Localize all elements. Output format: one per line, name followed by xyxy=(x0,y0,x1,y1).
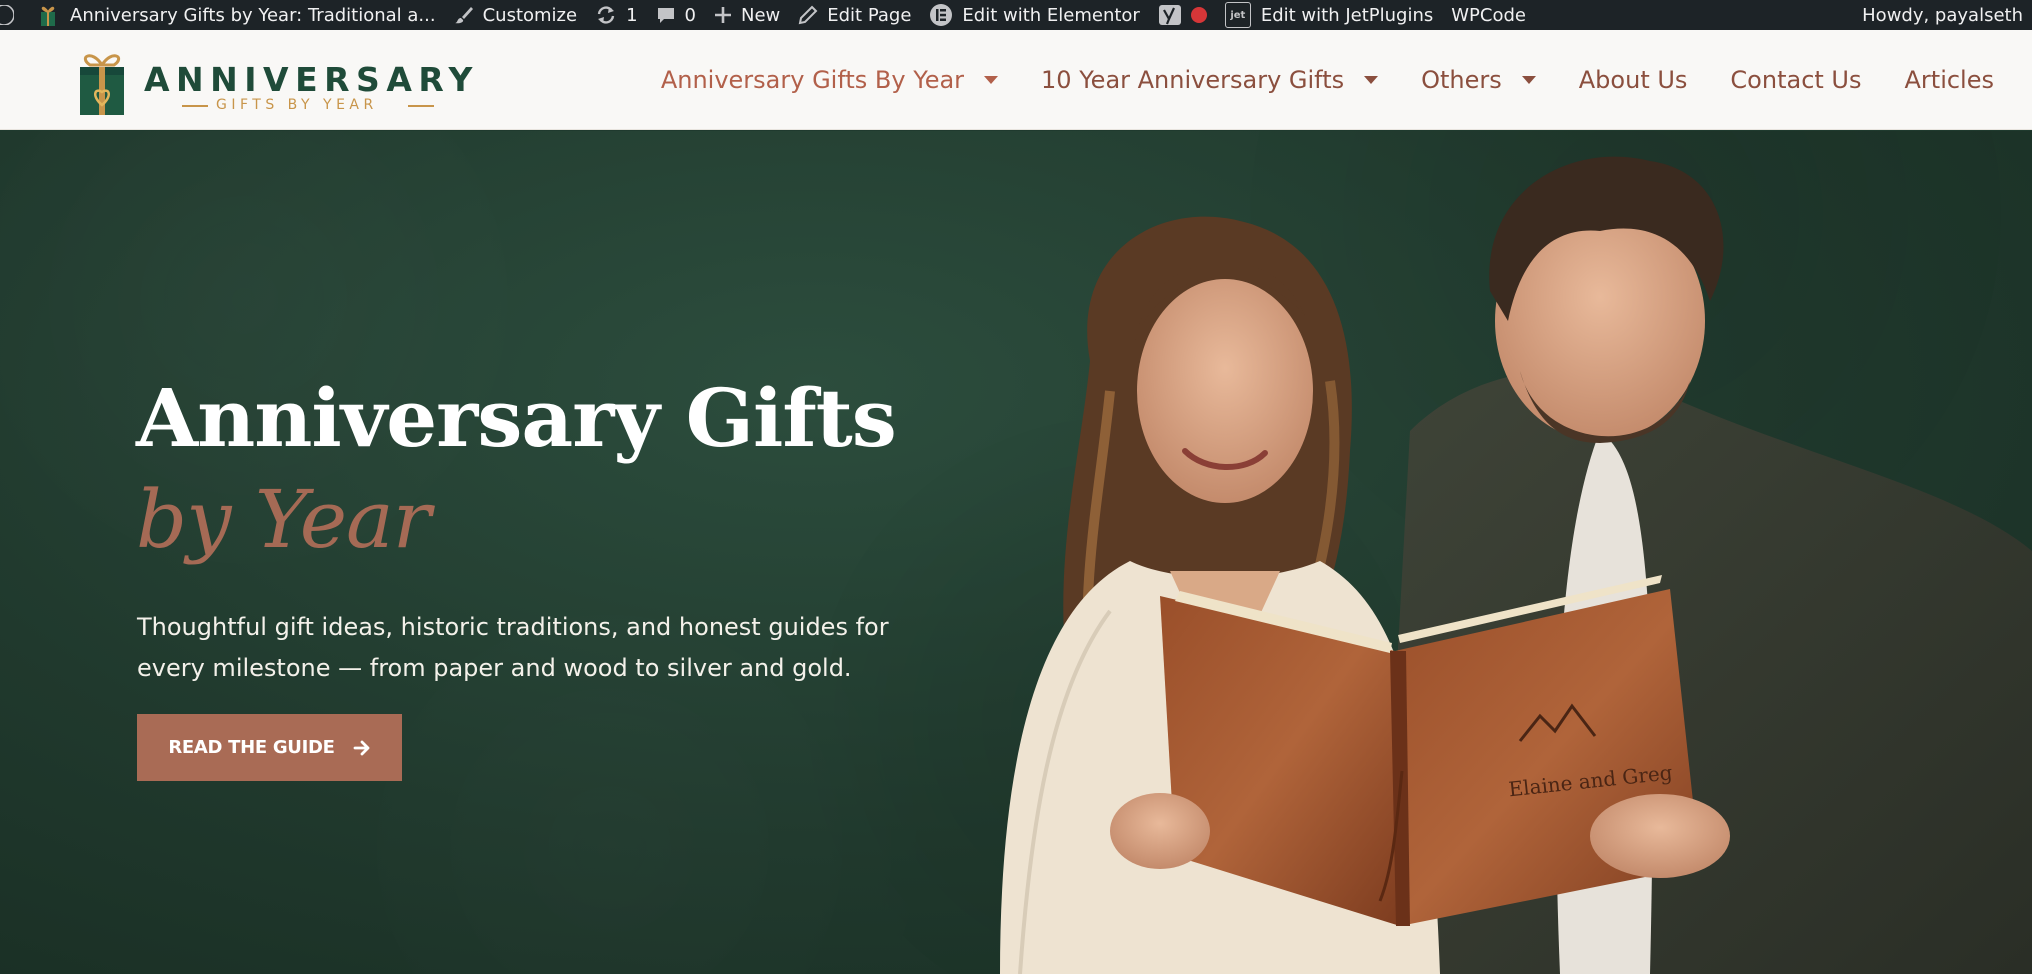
gift-heart-icon xyxy=(80,54,124,115)
pencil-icon xyxy=(798,5,818,25)
hero-section: Elaine and Greg Anniversary Gifts by Yea… xyxy=(0,131,2032,974)
hero-title-accent: by Year xyxy=(136,473,431,566)
hero-title: Anniversary Gifts xyxy=(136,371,897,465)
plus-icon xyxy=(714,7,731,23)
customize-label: Customize xyxy=(482,4,578,26)
comments-link[interactable]: 0 xyxy=(647,0,705,30)
nav-item-articles[interactable]: Articles xyxy=(1905,66,1995,94)
hero-couple-photo: Elaine and Greg xyxy=(1000,156,2032,974)
edit-with-jetplugins-link[interactable]: jet Edit with JetPlugins xyxy=(1216,0,1442,30)
site-name-label: Anniversary Gifts by Year: Traditional a… xyxy=(70,4,436,26)
wpcode-menu[interactable]: WPCode xyxy=(1442,0,1535,30)
paintbrush-icon xyxy=(454,7,473,24)
elementor-icon xyxy=(930,4,953,26)
site-name-menu[interactable]: Anniversary Gifts by Year: Traditional a… xyxy=(26,0,445,30)
main-nav: Anniversary Gifts By Year 10 Year Annive… xyxy=(618,30,1994,130)
updates-icon xyxy=(597,6,615,24)
new-content-menu[interactable]: New xyxy=(705,0,789,30)
wpcode-label: WPCode xyxy=(1451,4,1526,26)
seo-status-dot xyxy=(1190,7,1207,23)
caret-down-icon xyxy=(1364,76,1379,84)
logo-title: ANNIVERSARY xyxy=(144,60,479,99)
comment-icon xyxy=(657,8,674,23)
yoast-icon xyxy=(1158,5,1181,25)
cta-label: READ THE GUIDE xyxy=(168,737,335,758)
updates-link[interactable]: 1 xyxy=(586,0,646,30)
new-label: New xyxy=(740,4,781,26)
nav-label: About Us xyxy=(1578,66,1688,94)
howdy-label: Howdy, payalseth xyxy=(1862,4,2023,26)
nav-label: Others xyxy=(1421,66,1502,94)
hero-description: Thoughtful gift ideas, historic traditio… xyxy=(137,613,889,682)
nav-label: Articles xyxy=(1904,66,1995,94)
site-icon xyxy=(41,6,55,26)
edit-elementor-label: Edit with Elementor xyxy=(962,4,1140,26)
logo-rule-right xyxy=(408,105,434,107)
nav-label: Anniversary Gifts By Year xyxy=(660,66,965,94)
wordpress-logo-icon[interactable] xyxy=(0,0,26,30)
nav-item-anniversary-gifts-by-year[interactable]: Anniversary Gifts By Year xyxy=(660,66,999,94)
logo-rule-left xyxy=(182,105,208,107)
nav-item-10-year-anniversary-gifts[interactable]: 10 Year Anniversary Gifts xyxy=(1041,66,1379,94)
logo-subtitle: GIFTS BY YEAR xyxy=(216,97,378,113)
edit-page-label: Edit Page xyxy=(827,4,912,26)
site-logo[interactable]: ANNIVERSARY GIFTS BY YEAR xyxy=(74,47,474,117)
customize-link[interactable]: Customize xyxy=(445,0,586,30)
edit-jetplugins-label: Edit with JetPlugins xyxy=(1260,4,1434,26)
yoast-seo-menu[interactable] xyxy=(1149,0,1216,30)
jetplugins-icon: jet xyxy=(1224,2,1251,28)
caret-down-icon xyxy=(984,76,999,84)
nav-item-contact-us[interactable]: Contact Us xyxy=(1730,66,1861,94)
nav-label: 10 Year Anniversary Gifts xyxy=(1041,66,1345,94)
edit-page-link[interactable]: Edit Page xyxy=(789,0,920,30)
edit-with-elementor-link[interactable]: Edit with Elementor xyxy=(920,0,1148,30)
updates-count: 1 xyxy=(626,4,638,26)
read-the-guide-button[interactable]: READ THE GUIDE xyxy=(137,714,402,781)
nav-item-about-us[interactable]: About Us xyxy=(1579,66,1688,94)
caret-down-icon xyxy=(1521,76,1536,84)
site-header: ANNIVERSARY GIFTS BY YEAR Anniversary Gi… xyxy=(0,30,2032,130)
comments-count: 0 xyxy=(684,4,696,26)
wp-admin-bar: Anniversary Gifts by Year: Traditional a… xyxy=(0,0,2032,30)
my-account-menu[interactable]: Howdy, payalseth xyxy=(1853,0,2032,30)
arrow-right-icon xyxy=(353,740,370,755)
nav-item-others[interactable]: Others xyxy=(1421,66,1536,94)
nav-label: Contact Us xyxy=(1730,66,1862,94)
